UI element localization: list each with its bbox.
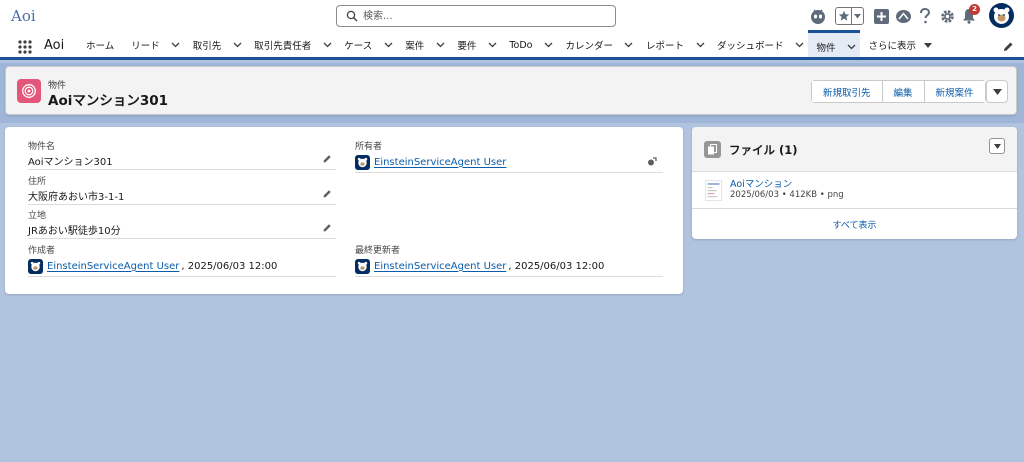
chevron-down-icon[interactable] bbox=[432, 42, 448, 48]
field-label: 作成者 bbox=[28, 246, 56, 256]
file-meta: 2025/06/03 • 412KB • png bbox=[730, 190, 844, 200]
chevron-down-icon[interactable] bbox=[792, 42, 808, 48]
chevron-down-icon[interactable] bbox=[380, 42, 396, 48]
page-title: Aoiマンション301 bbox=[48, 93, 169, 109]
search-input[interactable] bbox=[363, 8, 608, 24]
chevron-down-icon[interactable] bbox=[621, 42, 637, 48]
edit-nav-pencil-icon[interactable] bbox=[1003, 41, 1014, 52]
app-logo[interactable]: Aoi bbox=[11, 7, 36, 25]
record-details-card: 物件名 Aoiマンション301 住所 大阪府あおい市3-1-1 立地 JRあおい… bbox=[5, 127, 683, 294]
new-opportunity-button[interactable]: 新規案件 bbox=[924, 81, 985, 102]
chevron-down-icon[interactable] bbox=[484, 42, 500, 48]
einstein-icon[interactable] bbox=[809, 7, 827, 25]
nav-item-contacts[interactable]: 取引先責任者 bbox=[245, 33, 335, 57]
more-actions-dropdown[interactable] bbox=[986, 80, 1008, 103]
app-nav-bar: Aoi ホーム リード 取引先 取引先責任者 ケース 案件 要件 ToDo カレ… bbox=[0, 30, 1024, 60]
caret-down-icon bbox=[992, 88, 1002, 95]
nav-item-cases[interactable]: ケース bbox=[335, 33, 396, 57]
nav-item-todo[interactable]: ToDo bbox=[500, 33, 556, 57]
field-label: 物件名 bbox=[28, 142, 56, 152]
field-address: 住所 大阪府あおい市3-1-1 bbox=[28, 174, 336, 205]
user-avatar-icon bbox=[355, 258, 370, 274]
field-location: 立地 JRあおい駅徒歩10分 bbox=[28, 208, 336, 239]
notification-badge: 2 bbox=[969, 4, 980, 15]
last-modified-datetime: , 2025/06/03 12:00 bbox=[508, 260, 605, 272]
field-value: Aoiマンション301 bbox=[28, 157, 113, 168]
file-name-link[interactable]: Aoiマンション bbox=[730, 176, 792, 190]
created-datetime: , 2025/06/03 12:00 bbox=[181, 260, 278, 272]
caret-down-icon bbox=[993, 143, 1001, 149]
field-value: EinsteinServiceAgent User, 2025/06/03 12… bbox=[28, 256, 336, 276]
nav-item-reports[interactable]: レポート bbox=[637, 33, 708, 57]
edit-pencil-icon[interactable] bbox=[323, 154, 332, 163]
chevron-down-icon[interactable] bbox=[692, 42, 708, 48]
record-action-buttons: 新規取引先 編集 新規案件 bbox=[811, 80, 986, 103]
nav-item-home[interactable]: ホーム bbox=[77, 33, 122, 57]
files-related-card: ファイル (1) Aoiマンション 2025/06/03 • 412KB • p… bbox=[692, 127, 1017, 239]
field-label: 立地 bbox=[28, 211, 47, 221]
chevron-down-icon[interactable] bbox=[540, 42, 556, 48]
edit-pencil-icon[interactable] bbox=[323, 189, 332, 198]
nav-item-requirements[interactable]: 要件 bbox=[448, 33, 500, 57]
file-thumbnail-image[interactable] bbox=[705, 180, 722, 201]
record-header: 物件 Aoiマンション301 新規取引先 編集 新規案件 bbox=[5, 66, 1017, 115]
favorites-group bbox=[835, 7, 864, 25]
nav-item-leads[interactable]: リード bbox=[122, 33, 184, 57]
files-card-header: ファイル (1) bbox=[692, 127, 1017, 172]
field-created-by: 作成者 EinsteinServiceAgent User, 2025/06/0… bbox=[28, 243, 336, 277]
user-avatar[interactable] bbox=[989, 3, 1014, 28]
field-label: 住所 bbox=[28, 177, 47, 187]
field-last-modified-by: 最終更新者 EinsteinServiceAgent User, 2025/06… bbox=[355, 243, 663, 277]
nav-item-properties[interactable]: 物件 bbox=[807, 30, 860, 57]
global-actions-icon[interactable] bbox=[872, 7, 890, 25]
field-property-name: 物件名 Aoiマンション301 bbox=[28, 139, 336, 170]
edit-button[interactable]: 編集 bbox=[882, 81, 924, 102]
app-name: Aoi bbox=[44, 38, 65, 53]
chevron-down-icon[interactable] bbox=[844, 44, 860, 50]
global-header: Aoi 2 bbox=[0, 0, 1024, 33]
created-by-user-link[interactable]: EinsteinServiceAgent User bbox=[47, 261, 179, 272]
field-value: EinsteinServiceAgent User bbox=[355, 152, 663, 172]
owner-user-link[interactable]: EinsteinServiceAgent User bbox=[374, 157, 506, 168]
new-account-button[interactable]: 新規取引先 bbox=[812, 81, 882, 102]
global-search[interactable] bbox=[336, 5, 616, 27]
favorite-star-icon[interactable] bbox=[836, 8, 852, 24]
field-label: 最終更新者 bbox=[355, 246, 401, 256]
chevron-down-icon[interactable] bbox=[168, 42, 184, 48]
edit-pencil-icon[interactable] bbox=[323, 223, 332, 232]
last-modified-user-link[interactable]: EinsteinServiceAgent User bbox=[374, 261, 506, 272]
trailhead-icon[interactable] bbox=[894, 7, 912, 25]
nav-more-menu[interactable]: さらに表示 bbox=[860, 33, 937, 57]
chevron-down-icon[interactable] bbox=[229, 42, 245, 48]
caret-down-icon[interactable] bbox=[920, 42, 936, 48]
files-card-footer: すべて表示 bbox=[692, 208, 1017, 239]
nav-item-calendar[interactable]: カレンダー bbox=[556, 33, 637, 57]
chevron-down-icon[interactable] bbox=[319, 42, 335, 48]
files-card-title[interactable]: ファイル (1) bbox=[729, 142, 798, 158]
app-launcher-icon[interactable] bbox=[18, 40, 32, 54]
favorites-dropdown-icon[interactable] bbox=[852, 8, 863, 24]
view-all-files-link[interactable]: すべて表示 bbox=[832, 221, 876, 231]
user-avatar-icon bbox=[28, 258, 43, 274]
user-avatar-icon bbox=[355, 154, 370, 170]
property-object-icon bbox=[17, 79, 41, 103]
change-owner-icon[interactable] bbox=[647, 156, 657, 166]
setup-gear-icon[interactable] bbox=[938, 7, 956, 25]
field-owner: 所有者 EinsteinServiceAgent User bbox=[355, 139, 663, 173]
nav-item-opportunities[interactable]: 案件 bbox=[396, 33, 448, 57]
search-icon bbox=[346, 10, 358, 22]
files-card-dropdown[interactable] bbox=[989, 138, 1005, 154]
field-value: EinsteinServiceAgent User, 2025/06/03 12… bbox=[355, 256, 663, 276]
files-icon bbox=[704, 141, 721, 158]
nav-item-accounts[interactable]: 取引先 bbox=[184, 33, 246, 57]
nav-items: ホーム リード 取引先 取引先責任者 ケース 案件 要件 ToDo カレンダー … bbox=[77, 30, 937, 60]
field-value: 大阪府あおい市3-1-1 bbox=[28, 192, 125, 203]
field-label: 所有者 bbox=[355, 142, 383, 152]
field-value: JRあおい駅徒歩10分 bbox=[28, 226, 121, 237]
help-icon[interactable] bbox=[916, 7, 934, 25]
nav-item-dashboards[interactable]: ダッシュボード bbox=[708, 33, 808, 57]
